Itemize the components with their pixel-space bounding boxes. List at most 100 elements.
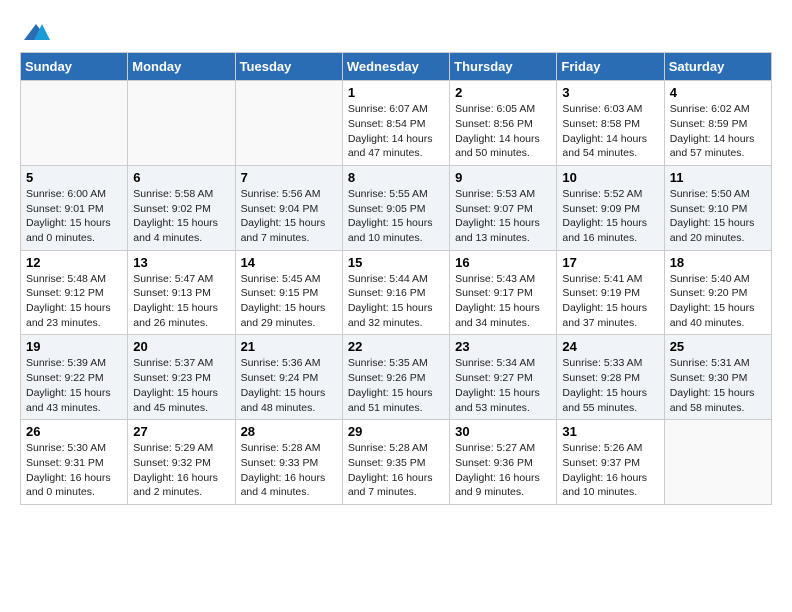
calendar-cell: 30 Sunrise: 5:27 AM Sunset: 9:36 PM Dayli… xyxy=(450,420,557,505)
day-info: Sunrise: 5:37 AM Sunset: 9:23 PM Dayligh… xyxy=(133,356,229,415)
calendar-cell: 27 Sunrise: 5:29 AM Sunset: 9:32 PM Dayli… xyxy=(128,420,235,505)
day-info: Sunrise: 5:27 AM Sunset: 9:36 PM Dayligh… xyxy=(455,441,551,500)
calendar-cell xyxy=(21,81,128,166)
calendar-cell: 9 Sunrise: 5:53 AM Sunset: 9:07 PM Daylig… xyxy=(450,165,557,250)
day-number: 25 xyxy=(670,339,766,354)
day-number: 30 xyxy=(455,424,551,439)
day-number: 17 xyxy=(562,255,658,270)
calendar-cell: 1 Sunrise: 6:07 AM Sunset: 8:54 PM Daylig… xyxy=(342,81,449,166)
calendar-cell xyxy=(664,420,771,505)
calendar-cell: 19 Sunrise: 5:39 AM Sunset: 9:22 PM Dayli… xyxy=(21,335,128,420)
calendar-cell: 23 Sunrise: 5:34 AM Sunset: 9:27 PM Dayli… xyxy=(450,335,557,420)
calendar-cell: 15 Sunrise: 5:44 AM Sunset: 9:16 PM Dayli… xyxy=(342,250,449,335)
day-number: 13 xyxy=(133,255,229,270)
day-info: Sunrise: 5:40 AM Sunset: 9:20 PM Dayligh… xyxy=(670,272,766,331)
calendar-table: SundayMondayTuesdayWednesdayThursdayFrid… xyxy=(20,52,772,505)
day-info: Sunrise: 5:36 AM Sunset: 9:24 PM Dayligh… xyxy=(241,356,337,415)
logo-text xyxy=(20,20,50,44)
day-info: Sunrise: 5:30 AM Sunset: 9:31 PM Dayligh… xyxy=(26,441,122,500)
day-number: 9 xyxy=(455,170,551,185)
calendar-cell: 3 Sunrise: 6:03 AM Sunset: 8:58 PM Daylig… xyxy=(557,81,664,166)
day-info: Sunrise: 5:34 AM Sunset: 9:27 PM Dayligh… xyxy=(455,356,551,415)
day-info: Sunrise: 5:55 AM Sunset: 9:05 PM Dayligh… xyxy=(348,187,444,246)
day-number: 19 xyxy=(26,339,122,354)
weekday-header: Saturday xyxy=(664,53,771,81)
day-number: 6 xyxy=(133,170,229,185)
calendar-cell: 29 Sunrise: 5:28 AM Sunset: 9:35 PM Dayli… xyxy=(342,420,449,505)
calendar-cell: 12 Sunrise: 5:48 AM Sunset: 9:12 PM Dayli… xyxy=(21,250,128,335)
calendar-cell: 31Sunrise: 5:26 AM Sunset: 9:37 PM Dayli… xyxy=(557,420,664,505)
calendar-cell: 13 Sunrise: 5:47 AM Sunset: 9:13 PM Dayli… xyxy=(128,250,235,335)
day-number: 15 xyxy=(348,255,444,270)
calendar-cell xyxy=(235,81,342,166)
weekday-header: Tuesday xyxy=(235,53,342,81)
calendar-cell: 21 Sunrise: 5:36 AM Sunset: 9:24 PM Dayli… xyxy=(235,335,342,420)
day-info: Sunrise: 6:00 AM Sunset: 9:01 PM Dayligh… xyxy=(26,187,122,246)
day-info: Sunrise: 5:56 AM Sunset: 9:04 PM Dayligh… xyxy=(241,187,337,246)
day-number: 28 xyxy=(241,424,337,439)
day-number: 16 xyxy=(455,255,551,270)
day-number: 23 xyxy=(455,339,551,354)
day-info: Sunrise: 6:07 AM Sunset: 8:54 PM Dayligh… xyxy=(348,102,444,161)
calendar-cell: 18 Sunrise: 5:40 AM Sunset: 9:20 PM Dayli… xyxy=(664,250,771,335)
calendar-week-row: 19 Sunrise: 5:39 AM Sunset: 9:22 PM Dayli… xyxy=(21,335,772,420)
day-info: Sunrise: 5:33 AM Sunset: 9:28 PM Dayligh… xyxy=(562,356,658,415)
calendar-cell: 4 Sunrise: 6:02 AM Sunset: 8:59 PM Daylig… xyxy=(664,81,771,166)
day-number: 5 xyxy=(26,170,122,185)
day-number: 27 xyxy=(133,424,229,439)
day-info: Sunrise: 5:39 AM Sunset: 9:22 PM Dayligh… xyxy=(26,356,122,415)
weekday-header: Thursday xyxy=(450,53,557,81)
weekday-header: Sunday xyxy=(21,53,128,81)
day-info: Sunrise: 5:35 AM Sunset: 9:26 PM Dayligh… xyxy=(348,356,444,415)
day-info: Sunrise: 5:28 AM Sunset: 9:33 PM Dayligh… xyxy=(241,441,337,500)
day-number: 11 xyxy=(670,170,766,185)
day-info: Sunrise: 5:53 AM Sunset: 9:07 PM Dayligh… xyxy=(455,187,551,246)
day-number: 4 xyxy=(670,85,766,100)
day-info: Sunrise: 5:58 AM Sunset: 9:02 PM Dayligh… xyxy=(133,187,229,246)
calendar-cell: 22 Sunrise: 5:35 AM Sunset: 9:26 PM Dayli… xyxy=(342,335,449,420)
day-number: 7 xyxy=(241,170,337,185)
page-header xyxy=(20,20,772,42)
calendar-cell: 20 Sunrise: 5:37 AM Sunset: 9:23 PM Dayli… xyxy=(128,335,235,420)
calendar-week-row: 26Sunrise: 5:30 AM Sunset: 9:31 PM Dayli… xyxy=(21,420,772,505)
calendar-cell: 10 Sunrise: 5:52 AM Sunset: 9:09 PM Dayli… xyxy=(557,165,664,250)
day-info: Sunrise: 6:05 AM Sunset: 8:56 PM Dayligh… xyxy=(455,102,551,161)
day-number: 14 xyxy=(241,255,337,270)
weekday-header-row: SundayMondayTuesdayWednesdayThursdayFrid… xyxy=(21,53,772,81)
day-info: Sunrise: 5:29 AM Sunset: 9:32 PM Dayligh… xyxy=(133,441,229,500)
day-info: Sunrise: 5:52 AM Sunset: 9:09 PM Dayligh… xyxy=(562,187,658,246)
day-number: 2 xyxy=(455,85,551,100)
day-number: 29 xyxy=(348,424,444,439)
weekday-header: Wednesday xyxy=(342,53,449,81)
day-number: 1 xyxy=(348,85,444,100)
calendar-cell: 8 Sunrise: 5:55 AM Sunset: 9:05 PM Daylig… xyxy=(342,165,449,250)
day-info: Sunrise: 6:03 AM Sunset: 8:58 PM Dayligh… xyxy=(562,102,658,161)
day-number: 20 xyxy=(133,339,229,354)
day-number: 10 xyxy=(562,170,658,185)
day-info: Sunrise: 5:48 AM Sunset: 9:12 PM Dayligh… xyxy=(26,272,122,331)
calendar-cell: 2 Sunrise: 6:05 AM Sunset: 8:56 PM Daylig… xyxy=(450,81,557,166)
day-info: Sunrise: 5:31 AM Sunset: 9:30 PM Dayligh… xyxy=(670,356,766,415)
calendar-cell: 25 Sunrise: 5:31 AM Sunset: 9:30 PM Dayli… xyxy=(664,335,771,420)
day-number: 18 xyxy=(670,255,766,270)
calendar-week-row: 1 Sunrise: 6:07 AM Sunset: 8:54 PM Daylig… xyxy=(21,81,772,166)
day-number: 21 xyxy=(241,339,337,354)
calendar-cell: 6 Sunrise: 5:58 AM Sunset: 9:02 PM Daylig… xyxy=(128,165,235,250)
day-info: Sunrise: 5:28 AM Sunset: 9:35 PM Dayligh… xyxy=(348,441,444,500)
day-info: Sunrise: 5:47 AM Sunset: 9:13 PM Dayligh… xyxy=(133,272,229,331)
calendar-cell: 17Sunrise: 5:41 AM Sunset: 9:19 PM Dayli… xyxy=(557,250,664,335)
day-number: 22 xyxy=(348,339,444,354)
weekday-header: Friday xyxy=(557,53,664,81)
day-info: Sunrise: 5:44 AM Sunset: 9:16 PM Dayligh… xyxy=(348,272,444,331)
calendar-week-row: 5 Sunrise: 6:00 AM Sunset: 9:01 PM Daylig… xyxy=(21,165,772,250)
day-number: 3 xyxy=(562,85,658,100)
day-info: Sunrise: 5:43 AM Sunset: 9:17 PM Dayligh… xyxy=(455,272,551,331)
day-number: 8 xyxy=(348,170,444,185)
day-info: Sunrise: 5:50 AM Sunset: 9:10 PM Dayligh… xyxy=(670,187,766,246)
day-number: 12 xyxy=(26,255,122,270)
calendar-cell: 11 Sunrise: 5:50 AM Sunset: 9:10 PM Dayli… xyxy=(664,165,771,250)
day-number: 24 xyxy=(562,339,658,354)
day-info: Sunrise: 5:26 AM Sunset: 9:37 PM Dayligh… xyxy=(562,441,658,500)
day-info: Sunrise: 6:02 AM Sunset: 8:59 PM Dayligh… xyxy=(670,102,766,161)
day-info: Sunrise: 5:45 AM Sunset: 9:15 PM Dayligh… xyxy=(241,272,337,331)
